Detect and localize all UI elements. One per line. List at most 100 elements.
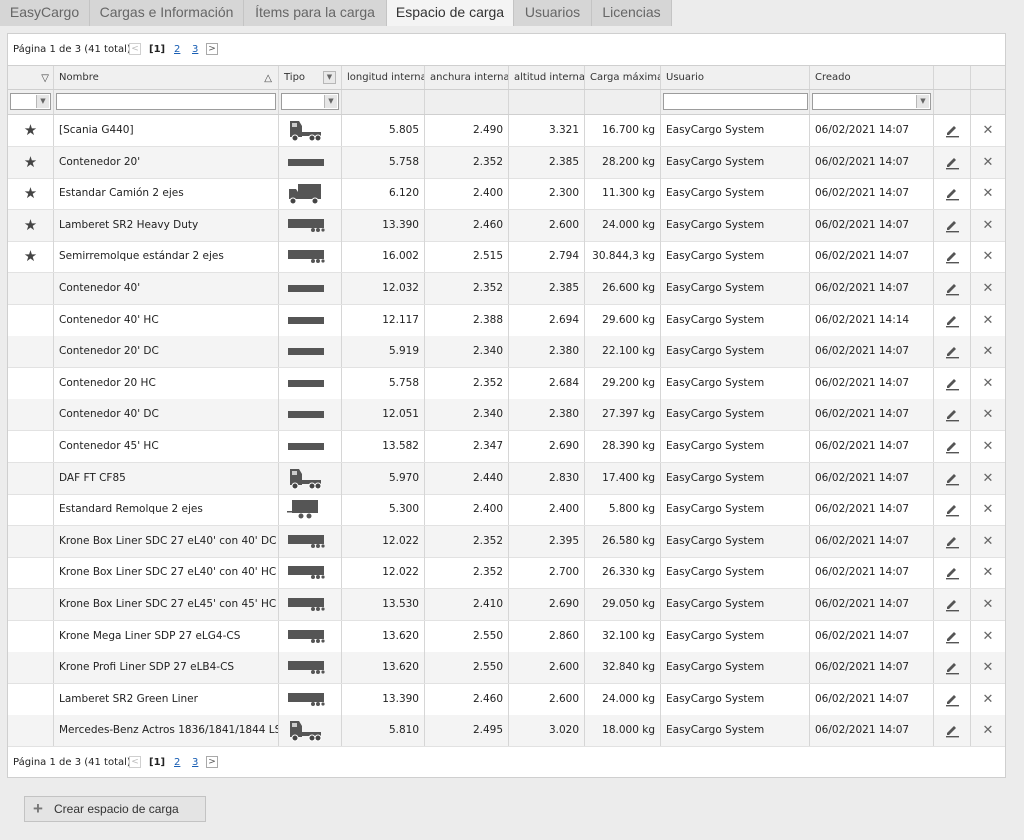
- next-page-button[interactable]: >: [206, 756, 218, 768]
- tipo-filter-select[interactable]: ▼: [281, 93, 339, 110]
- close-icon[interactable]: ✕: [976, 305, 1000, 336]
- star-icon[interactable]: ★: [13, 147, 48, 177]
- prev-page-button[interactable]: <: [129, 756, 141, 768]
- page-3-link[interactable]: 3: [192, 755, 198, 771]
- pencil-icon[interactable]: [939, 684, 965, 715]
- close-icon[interactable]: ✕: [976, 431, 1000, 462]
- pencil-icon[interactable]: [939, 494, 965, 525]
- table-row[interactable]: ★ Contenedor 20' 5.758 2.352 2.385 28.200 kg E…: [8, 146, 1005, 179]
- header-carga[interactable]: Carga máxima: [585, 66, 661, 89]
- pencil-icon[interactable]: [939, 368, 965, 399]
- table-row[interactable]: ★ Lamberet SR2 Heavy Duty 13.390 2.460 2.600…: [8, 209, 1005, 242]
- table-row[interactable]: ★ Estandar Camión 2 ejes 6.120 2.400 2.300 11…: [8, 178, 1005, 211]
- tab-ítems-para-la-carga[interactable]: Ítems para la carga: [244, 0, 387, 26]
- pencil-icon[interactable]: [939, 715, 965, 746]
- star-icon[interactable]: ★: [13, 210, 48, 240]
- header-tipo[interactable]: Tipo ▼: [279, 66, 342, 89]
- close-icon[interactable]: ✕: [976, 336, 1000, 367]
- pencil-icon[interactable]: [939, 115, 965, 146]
- creado-filter-select[interactable]: ▼: [812, 93, 931, 110]
- edit-cell: [934, 336, 971, 368]
- pencil-icon[interactable]: [939, 241, 965, 272]
- table-row[interactable]: Krone Box Liner SDC 27 eL40' con 40' HC 1…: [8, 557, 1005, 590]
- close-icon[interactable]: ✕: [976, 368, 1000, 399]
- close-icon[interactable]: ✕: [976, 557, 1000, 588]
- close-icon[interactable]: ✕: [976, 684, 1000, 715]
- table-row[interactable]: DAF FT CF85 5.970 2.440 2.830 17.400 kg EasyC…: [8, 462, 1005, 495]
- header-usuario[interactable]: Usuario: [661, 66, 810, 89]
- close-icon[interactable]: ✕: [976, 463, 1000, 494]
- page-3-link[interactable]: 3: [192, 42, 198, 58]
- favorite-filter-select[interactable]: ▼: [10, 93, 51, 110]
- star-icon[interactable]: ★: [13, 115, 48, 145]
- close-icon[interactable]: ✕: [976, 526, 1000, 557]
- header-longitud[interactable]: longitud interna: [342, 66, 425, 89]
- header-favorite[interactable]: ▽: [8, 66, 54, 89]
- delete-cell: ✕: [971, 557, 1005, 588]
- pencil-icon[interactable]: [939, 210, 965, 241]
- page-2-link[interactable]: 2: [174, 42, 180, 58]
- header-creado[interactable]: Creado: [810, 66, 934, 89]
- pencil-icon[interactable]: [939, 147, 965, 178]
- pencil-icon[interactable]: [939, 305, 965, 336]
- close-icon[interactable]: ✕: [976, 178, 1000, 209]
- chevron-down-icon[interactable]: ▼: [323, 71, 336, 84]
- close-icon[interactable]: ✕: [976, 147, 1000, 178]
- header-anchura[interactable]: anchura interna: [425, 66, 509, 89]
- pencil-icon[interactable]: [939, 621, 965, 652]
- close-icon[interactable]: ✕: [976, 715, 1000, 746]
- close-icon[interactable]: ✕: [976, 241, 1000, 272]
- pencil-icon[interactable]: [939, 463, 965, 494]
- container-icon: [287, 339, 325, 367]
- table-row[interactable]: ★ [Scania G440] 5.805 2.490 3.321 16.700 kg Ea…: [8, 115, 1005, 147]
- next-page-button[interactable]: >: [206, 43, 218, 55]
- pencil-icon[interactable]: [939, 589, 965, 620]
- close-icon[interactable]: ✕: [976, 652, 1000, 683]
- create-loading-space-button[interactable]: + Crear espacio de carga: [24, 796, 206, 822]
- usuario-filter-input[interactable]: [663, 93, 808, 110]
- longitud-cell: 12.032: [342, 273, 425, 304]
- table-row[interactable]: Krone Profi Liner SDP 27 eLB4-CS 13.620 2.…: [8, 652, 1005, 685]
- table-row[interactable]: ★ Semirremolque estándar 2 ejes 16.002 2.51…: [8, 241, 1005, 274]
- pencil-icon[interactable]: [939, 652, 965, 683]
- close-icon[interactable]: ✕: [976, 621, 1000, 652]
- pencil-icon[interactable]: [939, 273, 965, 304]
- table-row[interactable]: Mercedes-Benz Actros 1836/1841/1844 LS 5.…: [8, 715, 1005, 748]
- pencil-icon[interactable]: [939, 336, 965, 367]
- prev-page-button[interactable]: <: [129, 43, 141, 55]
- tab-usuarios[interactable]: Usuarios: [514, 0, 592, 26]
- close-icon[interactable]: ✕: [976, 115, 1000, 146]
- table-row[interactable]: Contenedor 40' DC 12.051 2.340 2.380 27.397 …: [8, 399, 1005, 432]
- pencil-icon[interactable]: [939, 557, 965, 588]
- table-row[interactable]: Contenedor 20' DC 5.919 2.340 2.380 22.100 k…: [8, 336, 1005, 369]
- tab-cargas-e-información[interactable]: Cargas e Información: [90, 0, 244, 26]
- pencil-icon[interactable]: [939, 399, 965, 430]
- header-nombre[interactable]: Nombre △: [54, 66, 279, 89]
- close-icon[interactable]: ✕: [976, 589, 1000, 620]
- table-row[interactable]: Contenedor 40' HC 12.117 2.388 2.694 29.600 …: [8, 304, 1005, 337]
- close-icon[interactable]: ✕: [976, 210, 1000, 241]
- pencil-icon[interactable]: [939, 431, 965, 462]
- pencil-icon[interactable]: [939, 526, 965, 557]
- close-icon[interactable]: ✕: [976, 399, 1000, 430]
- usuario-cell: EasyCargo System: [661, 209, 810, 241]
- close-icon[interactable]: ✕: [976, 494, 1000, 525]
- tab-licencias[interactable]: Licencias: [592, 0, 672, 26]
- close-icon[interactable]: ✕: [976, 273, 1000, 304]
- star-icon[interactable]: ★: [13, 241, 48, 271]
- table-row[interactable]: Krone Box Liner SDC 27 eL45' con 45' HC 1…: [8, 589, 1005, 621]
- tab-easycargo[interactable]: EasyCargo: [0, 0, 90, 26]
- table-row[interactable]: Estandard Remolque 2 ejes 5.300 2.400 2.400…: [8, 494, 1005, 527]
- page-2-link[interactable]: 2: [174, 755, 180, 771]
- table-row[interactable]: Contenedor 40' 12.032 2.352 2.385 26.600 kg E…: [8, 273, 1005, 305]
- tab-espacio-de-carga[interactable]: Espacio de carga: [387, 0, 514, 26]
- table-row[interactable]: Contenedor 45' HC 13.582 2.347 2.690 28.390 …: [8, 431, 1005, 463]
- pencil-icon[interactable]: [939, 178, 965, 209]
- table-row[interactable]: Krone Mega Liner SDP 27 eLG4-CS 13.620 2.5…: [8, 620, 1005, 653]
- table-row[interactable]: Krone Box Liner SDC 27 eL40' con 40' DC 1…: [8, 525, 1005, 558]
- star-icon[interactable]: ★: [13, 178, 48, 208]
- header-altitud[interactable]: altitud interna: [509, 66, 585, 89]
- table-row[interactable]: Lamberet SR2 Green Liner 13.390 2.460 2.600…: [8, 683, 1005, 716]
- nombre-filter-input[interactable]: [56, 93, 276, 110]
- table-row[interactable]: Contenedor 20 HC 5.758 2.352 2.684 29.200 kg…: [8, 367, 1005, 400]
